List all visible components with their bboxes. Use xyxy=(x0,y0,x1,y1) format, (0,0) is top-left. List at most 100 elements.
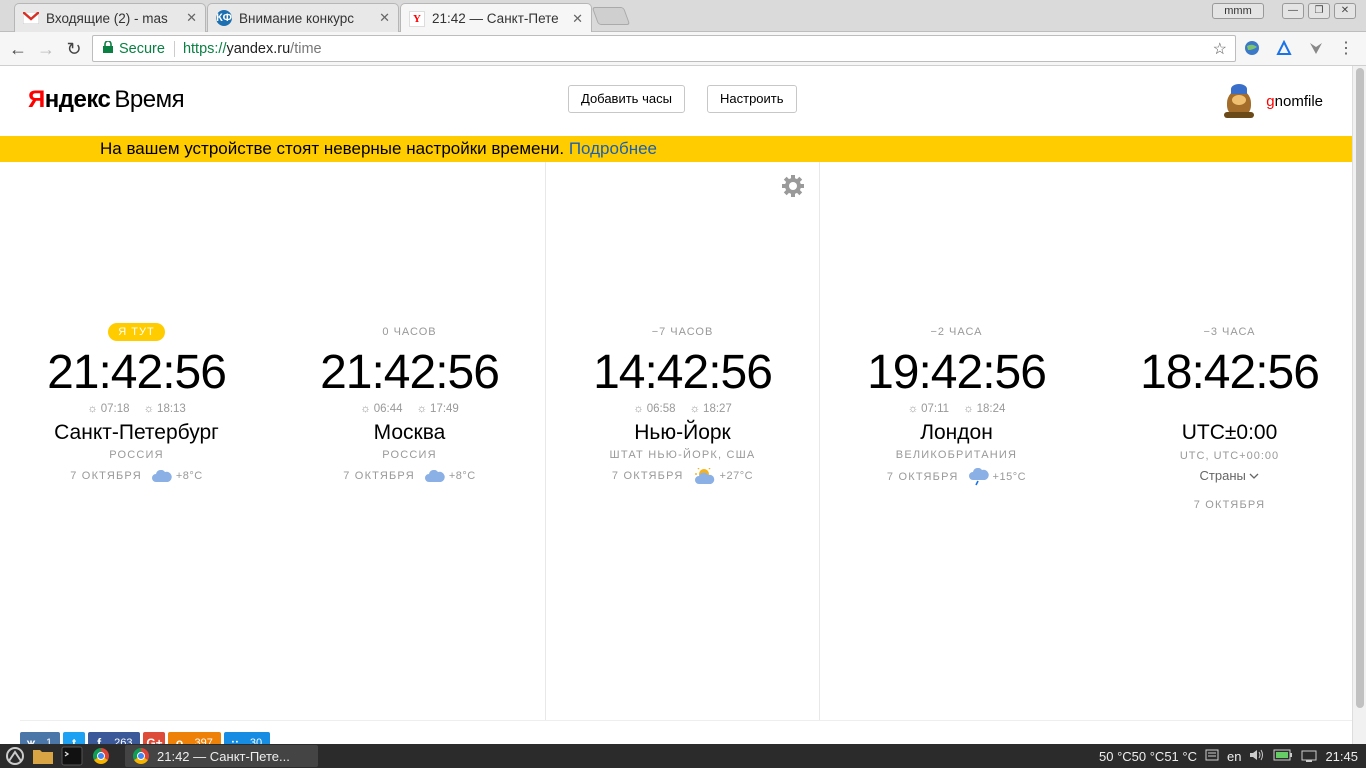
user-menu[interactable]: gnomfile xyxy=(1224,84,1323,118)
chevron-down-icon xyxy=(1250,473,1259,479)
gplus-icon: G+ xyxy=(146,736,163,744)
clock-time: 19:42:56 xyxy=(867,346,1047,399)
close-icon[interactable]: ✕ xyxy=(186,10,197,26)
menu-kebab-icon[interactable]: ⋮ xyxy=(1337,40,1355,58)
url-scheme: https:// xyxy=(182,40,227,57)
close-icon[interactable]: ✕ xyxy=(379,10,390,26)
share-count: 1 xyxy=(46,737,53,744)
weather[interactable]: +8°C xyxy=(424,468,476,484)
time-offset: 0 ЧАСОВ xyxy=(382,326,437,338)
clock-time: 21:42:56 xyxy=(320,346,500,399)
city-name: Нью-Йорк xyxy=(634,421,731,444)
lock-icon xyxy=(103,40,113,56)
sunrise-icon: ☼ xyxy=(907,403,919,415)
yandex-time-logo[interactable]: Яндекс Время xyxy=(28,86,185,114)
tab-yandex-time[interactable]: Y 21:42 — Санкт-Пете ✕ xyxy=(400,3,592,33)
battery-icon[interactable] xyxy=(1273,749,1293,764)
secure-label: Secure xyxy=(119,40,165,57)
moimir-icon: :: xyxy=(230,736,239,744)
maximize-icon[interactable]: ❐ xyxy=(1308,3,1330,19)
share-facebook-button[interactable]: f 263 xyxy=(88,732,141,744)
triangle-extension-icon[interactable] xyxy=(1275,39,1293,58)
sunset-icon: ☼ xyxy=(689,403,701,415)
vk-icon: ж xyxy=(26,736,36,744)
keyboard-layout[interactable]: en xyxy=(1227,749,1241,764)
sunrise-time: 07:11 xyxy=(921,403,950,415)
start-menu-icon[interactable] xyxy=(4,746,26,766)
new-tab-button[interactable] xyxy=(591,7,631,25)
country-name: РОССИЯ xyxy=(382,449,437,461)
sunrise-time: 06:44 xyxy=(373,403,403,415)
back-arrow-icon[interactable]: ← xyxy=(7,38,29,60)
globe-extension-icon[interactable] xyxy=(1243,40,1261,58)
chrome-launcher-icon[interactable] xyxy=(90,746,112,766)
tab-contest[interactable]: КФ Внимание конкурс ✕ xyxy=(207,3,399,32)
clock-date: 7 ОКТЯБРЯ xyxy=(343,470,415,482)
share-odnoklassniki-button[interactable]: о 397 xyxy=(168,732,221,744)
warning-text: На вашем устройстве стоят неверные настр… xyxy=(100,139,565,158)
close-icon[interactable]: ✕ xyxy=(572,11,583,27)
configure-button[interactable]: Настроить xyxy=(707,85,797,113)
add-clock-button[interactable]: Добавить часы xyxy=(568,85,685,113)
sunrise-icon: ☼ xyxy=(360,403,371,415)
keyboard-icon[interactable] xyxy=(1205,748,1219,765)
avatar[interactable] xyxy=(1224,84,1255,118)
weather[interactable]: +15°C xyxy=(968,468,1027,486)
clock-date: 7 ОКТЯБРЯ xyxy=(886,471,959,483)
cpu-temperatures: 50 °C50 °C51 °C xyxy=(1099,748,1197,764)
system-clock[interactable]: 21:45 xyxy=(1325,749,1358,764)
warning-more-link[interactable]: Подробнее xyxy=(569,139,657,158)
minimize-icon[interactable]: — xyxy=(1282,3,1304,19)
terminal-icon[interactable] xyxy=(61,746,83,766)
share-moimir-button[interactable]: :: 30 xyxy=(223,732,271,744)
taskbar-window-chrome[interactable]: 21:42 — Санкт-Пете... xyxy=(125,745,318,767)
close-window-icon[interactable]: ✕ xyxy=(1334,3,1356,19)
utc-subtitle: UTC, UTC+00:00 xyxy=(1179,450,1280,462)
temperature: +8°C xyxy=(448,470,476,482)
username[interactable]: gnomfile xyxy=(1266,93,1323,110)
sunset-time: 18:27 xyxy=(703,403,732,415)
country-name: ШТАТ НЬЮ-ЙОРК, США xyxy=(609,449,756,461)
sunrise-time: 07:18 xyxy=(100,403,130,415)
vpn-extension-icon[interactable] xyxy=(1307,40,1325,58)
share-gplus-button[interactable]: G+ xyxy=(143,732,166,744)
sunset-icon: ☼ xyxy=(416,403,428,415)
page-scrollbar[interactable] xyxy=(1352,66,1366,744)
url-host: yandex.ru xyxy=(226,40,291,57)
country-name: ВЕЛИКОБРИТАНИЯ xyxy=(895,449,1018,461)
folder-icon[interactable] xyxy=(32,746,54,766)
window-controls: mmm — ❐ ✕ xyxy=(1212,3,1356,19)
forward-arrow-icon[interactable]: → xyxy=(35,38,57,60)
bookmark-star-icon[interactable]: ☆ xyxy=(1213,39,1227,59)
share-twitter-button[interactable]: t xyxy=(63,732,86,744)
odnoklassniki-icon: о xyxy=(175,736,184,744)
gear-icon[interactable] xyxy=(781,174,805,198)
taskbar-window-title: 21:42 — Санкт-Пете... xyxy=(157,748,290,764)
profile-button[interactable]: mmm xyxy=(1212,3,1264,19)
countries-dropdown[interactable]: Страны xyxy=(1093,465,1352,487)
share-count: 263 xyxy=(114,737,133,744)
kf-icon: КФ xyxy=(216,10,232,26)
tab-gmail[interactable]: Входящие (2) - mas ✕ xyxy=(14,3,206,32)
temperature: +15°C xyxy=(992,471,1027,483)
cloud-icon xyxy=(151,470,172,482)
time-offset: −3 ЧАСА xyxy=(1203,326,1256,338)
browser-toolbar: ← → ↻ Secure https:// yandex.ru /time ☆ … xyxy=(0,32,1366,66)
share-vk-button[interactable]: ж1 xyxy=(20,732,61,744)
os-taskbar: 21:42 — Санкт-Пете... 50 °C50 °C51 °C en… xyxy=(0,744,1366,768)
countries-label: Страны xyxy=(1199,468,1246,483)
weather[interactable]: +8°C xyxy=(151,468,203,484)
clock-new-york: −7 ЧАСОВ 14:42:56 ☼ 06:58 ☼ 18:27 Нью-Йорк… xyxy=(546,321,819,484)
weather[interactable]: +27°C xyxy=(694,468,754,484)
volume-icon[interactable] xyxy=(1249,748,1265,765)
city-name: Лондон xyxy=(920,421,993,444)
twitter-icon: t xyxy=(72,736,77,744)
scrollbar-thumb[interactable] xyxy=(1356,68,1364,708)
reload-icon[interactable]: ↻ xyxy=(63,38,85,60)
sunrise-icon: ☼ xyxy=(87,403,98,415)
address-bar[interactable]: Secure https:// yandex.ru /time ☆ xyxy=(92,35,1236,62)
cloud-icon xyxy=(424,470,445,482)
tab-title: 21:42 — Санкт-Пете xyxy=(432,11,559,26)
network-icon[interactable] xyxy=(1301,748,1317,765)
clock-moscow: 0 ЧАСОВ 21:42:56 ☼ 06:44 ☼ 17:49 Москва РО… xyxy=(273,321,546,484)
